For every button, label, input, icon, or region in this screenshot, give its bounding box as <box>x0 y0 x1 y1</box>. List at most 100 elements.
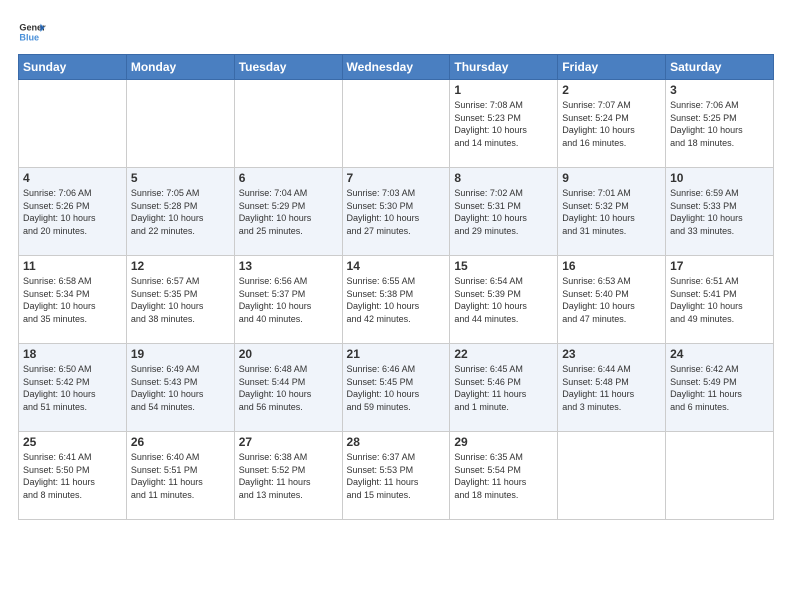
day-info: Sunrise: 6:42 AM Sunset: 5:49 PM Dayligh… <box>670 363 769 413</box>
day-info: Sunrise: 6:57 AM Sunset: 5:35 PM Dayligh… <box>131 275 230 325</box>
calendar-cell <box>234 80 342 168</box>
calendar-cell: 14Sunrise: 6:55 AM Sunset: 5:38 PM Dayli… <box>342 256 450 344</box>
day-number: 14 <box>347 259 446 273</box>
calendar: SundayMondayTuesdayWednesdayThursdayFrid… <box>18 54 774 520</box>
day-number: 20 <box>239 347 338 361</box>
day-info: Sunrise: 6:38 AM Sunset: 5:52 PM Dayligh… <box>239 451 338 501</box>
day-info: Sunrise: 7:01 AM Sunset: 5:32 PM Dayligh… <box>562 187 661 237</box>
day-number: 10 <box>670 171 769 185</box>
day-number: 27 <box>239 435 338 449</box>
day-number: 29 <box>454 435 553 449</box>
day-number: 4 <box>23 171 122 185</box>
day-number: 26 <box>131 435 230 449</box>
calendar-cell: 8Sunrise: 7:02 AM Sunset: 5:31 PM Daylig… <box>450 168 558 256</box>
day-info: Sunrise: 6:50 AM Sunset: 5:42 PM Dayligh… <box>23 363 122 413</box>
day-info: Sunrise: 6:46 AM Sunset: 5:45 PM Dayligh… <box>347 363 446 413</box>
calendar-cell: 20 Sunrise: 6:48 AM Sunset: 5:44 PM Dayli… <box>234 344 342 432</box>
calendar-cell: 29 Sunrise: 6:35 AM Sunset: 5:54 PM Dayli… <box>450 432 558 520</box>
calendar-cell: 7 Sunrise: 7:03 AM Sunset: 5:30 PM Daylig… <box>342 168 450 256</box>
calendar-cell <box>558 432 666 520</box>
day-info: Sunrise: 7:06 AM Sunset: 5:26 PM Dayligh… <box>23 187 122 237</box>
logo: General Blue <box>18 18 50 46</box>
calendar-header-friday: Friday <box>558 55 666 80</box>
day-info: Sunrise: 6:48 AM Sunset: 5:44 PM Dayligh… <box>239 363 338 413</box>
day-info: Sunrise: 6:35 AM Sunset: 5:54 PM Dayligh… <box>454 451 553 501</box>
calendar-cell <box>342 80 450 168</box>
day-number: 16 <box>562 259 661 273</box>
calendar-header-tuesday: Tuesday <box>234 55 342 80</box>
calendar-week-row: 1 Sunrise: 7:08 AM Sunset: 5:23 PM Daylig… <box>19 80 774 168</box>
calendar-cell: 25 Sunrise: 6:41 AM Sunset: 5:50 PM Dayli… <box>19 432 127 520</box>
logo-icon: General Blue <box>18 18 46 46</box>
calendar-cell: 13 Sunrise: 6:56 AM Sunset: 5:37 PM Dayli… <box>234 256 342 344</box>
calendar-cell: 24 Sunrise: 6:42 AM Sunset: 5:49 PM Dayli… <box>666 344 774 432</box>
day-number: 11 <box>23 259 122 273</box>
calendar-cell <box>666 432 774 520</box>
calendar-cell: 2 Sunrise: 7:07 AM Sunset: 5:24 PM Daylig… <box>558 80 666 168</box>
day-info: Sunrise: 6:59 AM Sunset: 5:33 PM Dayligh… <box>670 187 769 237</box>
calendar-cell: 12Sunrise: 6:57 AM Sunset: 5:35 PM Dayli… <box>126 256 234 344</box>
day-info: Sunrise: 7:07 AM Sunset: 5:24 PM Dayligh… <box>562 99 661 149</box>
day-number: 7 <box>347 171 446 185</box>
calendar-cell: 5 Sunrise: 7:05 AM Sunset: 5:28 PM Daylig… <box>126 168 234 256</box>
day-info: Sunrise: 6:44 AM Sunset: 5:48 PM Dayligh… <box>562 363 661 413</box>
day-info: Sunrise: 6:53 AM Sunset: 5:40 PM Dayligh… <box>562 275 661 325</box>
calendar-header-sunday: Sunday <box>19 55 127 80</box>
calendar-cell: 4 Sunrise: 7:06 AM Sunset: 5:26 PM Daylig… <box>19 168 127 256</box>
calendar-header-saturday: Saturday <box>666 55 774 80</box>
day-number: 24 <box>670 347 769 361</box>
day-number: 9 <box>562 171 661 185</box>
day-number: 21 <box>347 347 446 361</box>
day-number: 19 <box>131 347 230 361</box>
day-number: 15 <box>454 259 553 273</box>
day-number: 3 <box>670 83 769 97</box>
day-number: 25 <box>23 435 122 449</box>
calendar-cell: 26Sunrise: 6:40 AM Sunset: 5:51 PM Dayli… <box>126 432 234 520</box>
day-info: Sunrise: 6:37 AM Sunset: 5:53 PM Dayligh… <box>347 451 446 501</box>
day-info: Sunrise: 7:06 AM Sunset: 5:25 PM Dayligh… <box>670 99 769 149</box>
day-number: 17 <box>670 259 769 273</box>
calendar-cell <box>126 80 234 168</box>
day-info: Sunrise: 6:58 AM Sunset: 5:34 PM Dayligh… <box>23 275 122 325</box>
calendar-week-row: 4 Sunrise: 7:06 AM Sunset: 5:26 PM Daylig… <box>19 168 774 256</box>
day-number: 5 <box>131 171 230 185</box>
calendar-cell: 10 Sunrise: 6:59 AM Sunset: 5:33 PM Dayli… <box>666 168 774 256</box>
day-number: 6 <box>239 171 338 185</box>
calendar-cell: 3 Sunrise: 7:06 AM Sunset: 5:25 PM Daylig… <box>666 80 774 168</box>
calendar-cell: 15 Sunrise: 6:54 AM Sunset: 5:39 PM Dayli… <box>450 256 558 344</box>
calendar-cell: 19Sunrise: 6:49 AM Sunset: 5:43 PM Dayli… <box>126 344 234 432</box>
calendar-cell: 16 Sunrise: 6:53 AM Sunset: 5:40 PM Dayli… <box>558 256 666 344</box>
day-info: Sunrise: 7:05 AM Sunset: 5:28 PM Dayligh… <box>131 187 230 237</box>
day-info: Sunrise: 6:56 AM Sunset: 5:37 PM Dayligh… <box>239 275 338 325</box>
day-info: Sunrise: 6:41 AM Sunset: 5:50 PM Dayligh… <box>23 451 122 501</box>
calendar-cell: 1 Sunrise: 7:08 AM Sunset: 5:23 PM Daylig… <box>450 80 558 168</box>
day-info: Sunrise: 6:54 AM Sunset: 5:39 PM Dayligh… <box>454 275 553 325</box>
calendar-cell: 17 Sunrise: 6:51 AM Sunset: 5:41 PM Dayli… <box>666 256 774 344</box>
calendar-cell: 23 Sunrise: 6:44 AM Sunset: 5:48 PM Dayli… <box>558 344 666 432</box>
page: General Blue SundayMondayTuesdayWednesda… <box>0 0 792 530</box>
calendar-header-monday: Monday <box>126 55 234 80</box>
day-number: 28 <box>347 435 446 449</box>
svg-text:Blue: Blue <box>19 32 39 42</box>
day-number: 2 <box>562 83 661 97</box>
calendar-cell: 28 Sunrise: 6:37 AM Sunset: 5:53 PM Dayli… <box>342 432 450 520</box>
day-info: Sunrise: 7:04 AM Sunset: 5:29 PM Dayligh… <box>239 187 338 237</box>
calendar-header-thursday: Thursday <box>450 55 558 80</box>
calendar-cell <box>19 80 127 168</box>
calendar-cell: 27 Sunrise: 6:38 AM Sunset: 5:52 PM Dayli… <box>234 432 342 520</box>
day-info: Sunrise: 7:08 AM Sunset: 5:23 PM Dayligh… <box>454 99 553 149</box>
calendar-cell: 6 Sunrise: 7:04 AM Sunset: 5:29 PM Daylig… <box>234 168 342 256</box>
day-info: Sunrise: 7:03 AM Sunset: 5:30 PM Dayligh… <box>347 187 446 237</box>
calendar-cell: 21 Sunrise: 6:46 AM Sunset: 5:45 PM Dayli… <box>342 344 450 432</box>
calendar-cell: 18Sunrise: 6:50 AM Sunset: 5:42 PM Dayli… <box>19 344 127 432</box>
day-info: Sunrise: 7:02 AM Sunset: 5:31 PM Dayligh… <box>454 187 553 237</box>
day-number: 22 <box>454 347 553 361</box>
calendar-week-row: 18Sunrise: 6:50 AM Sunset: 5:42 PM Dayli… <box>19 344 774 432</box>
header: General Blue <box>18 18 774 46</box>
calendar-week-row: 11 Sunrise: 6:58 AM Sunset: 5:34 PM Dayli… <box>19 256 774 344</box>
calendar-week-row: 25 Sunrise: 6:41 AM Sunset: 5:50 PM Dayli… <box>19 432 774 520</box>
day-number: 23 <box>562 347 661 361</box>
day-info: Sunrise: 6:51 AM Sunset: 5:41 PM Dayligh… <box>670 275 769 325</box>
day-number: 1 <box>454 83 553 97</box>
day-number: 13 <box>239 259 338 273</box>
